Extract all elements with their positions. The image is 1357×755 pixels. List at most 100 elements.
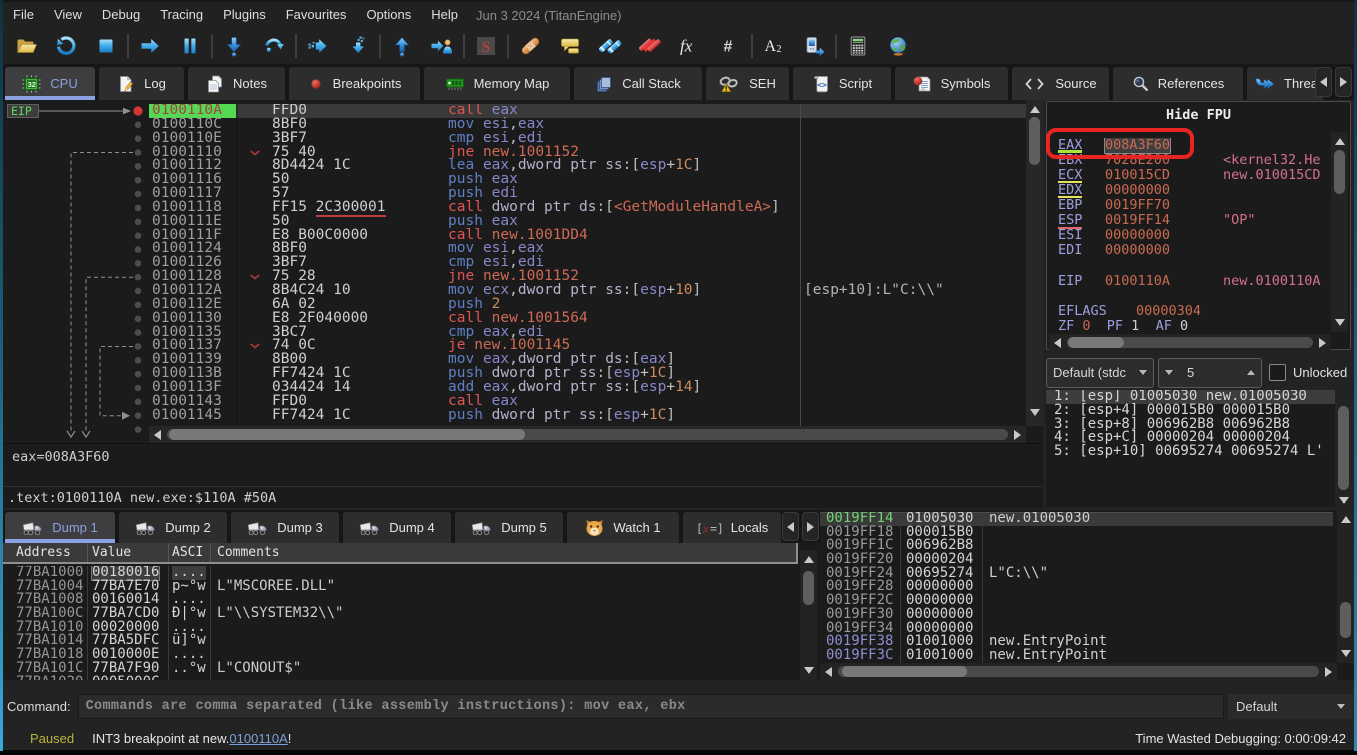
- tab-log[interactable]: Log: [99, 67, 184, 100]
- tab-call-stack[interactable]: Call Stack: [574, 67, 702, 100]
- registers-hscroll-thumb[interactable]: [1068, 337, 1124, 348]
- register-row[interactable]: EIP0100110Anew.0100110A: [1047, 274, 1333, 289]
- bottom-tab-watch-1[interactable]: Watch 1: [567, 512, 679, 543]
- menu-debug[interactable]: Debug: [92, 2, 150, 28]
- menu-tracing[interactable]: Tracing: [150, 2, 213, 28]
- register-row[interactable]: EDX00000000: [1047, 183, 1333, 198]
- stack-row[interactable]: 0019FF1C006962B8: [820, 539, 1333, 553]
- disasm-hscroll-thumb[interactable]: [169, 429, 525, 440]
- register-row[interactable]: EDI00000000: [1047, 243, 1333, 258]
- stack-row[interactable]: 0019FF1401005030new.01005030: [820, 512, 1333, 526]
- dump-row[interactable]: 77BA10200005000C: [3, 676, 798, 681]
- command-input[interactable]: Commands are comma separated (like assem…: [78, 694, 1224, 719]
- bookmarks-button[interactable]: [630, 30, 670, 62]
- stack-row[interactable]: 0019FF2400695274L"C:\\": [820, 567, 1333, 581]
- register-row[interactable]: ECX010015CDnew.010015CD: [1047, 168, 1333, 183]
- arguments-vscroll-thumb[interactable]: [1338, 406, 1349, 490]
- tab-cpu[interactable]: 32CPU: [5, 67, 95, 100]
- command-script-combo[interactable]: Default: [1228, 694, 1353, 719]
- flag-value[interactable]: 0: [1082, 318, 1090, 334]
- source-mode-button[interactable]: S: [466, 30, 506, 62]
- menu-options[interactable]: Options: [356, 2, 421, 28]
- disasm-horizontal-scrollbar[interactable]: [149, 426, 1026, 443]
- stack-row[interactable]: 0019FF2C00000000: [820, 594, 1333, 608]
- tab-memory-map[interactable]: Memory Map: [424, 67, 570, 100]
- scroll-down-button[interactable]: [1337, 646, 1354, 661]
- bottom-tab-dump-5[interactable]: Dump 5: [455, 512, 563, 543]
- bottom-tab-dump-1[interactable]: Dump 1: [5, 512, 115, 543]
- arguments-vertical-scrollbar[interactable]: [1335, 390, 1352, 508]
- disasm-row[interactable]: 01001145FF7424 1Cpush dword ptr ss:[esp+…: [3, 409, 1026, 423]
- stack-row[interactable]: 0019FF2800000000: [820, 580, 1333, 594]
- menu-file[interactable]: File: [3, 2, 44, 28]
- calculator-button[interactable]: [838, 30, 878, 62]
- register-row[interactable]: EBX7028E200<kernel32.He: [1047, 153, 1333, 168]
- register-row[interactable]: EBP0019FF70: [1047, 198, 1333, 213]
- scroll-down-button[interactable]: [1335, 493, 1352, 508]
- step-over-button[interactable]: [254, 30, 294, 62]
- bottom-tab-dump-4[interactable]: Dump 4: [343, 512, 451, 543]
- bottom-tab-dump-3[interactable]: Dump 3: [231, 512, 339, 543]
- tab-scroll-left-button[interactable]: [1315, 67, 1332, 97]
- unlocked-checkbox[interactable]: [1269, 364, 1286, 381]
- close-button[interactable]: [86, 30, 126, 62]
- crc-hash-button[interactable]: #: [710, 30, 750, 62]
- flag-value[interactable]: 0: [1180, 318, 1188, 334]
- tab-seh[interactable]: SEH: [706, 67, 789, 100]
- patches-button[interactable]: [510, 30, 550, 62]
- scroll-left-button[interactable]: [149, 427, 166, 442]
- bottom-tab-scroll-left-button[interactable]: [782, 512, 799, 541]
- register-row[interactable]: ESP0019FF14"OP": [1047, 213, 1333, 228]
- pause-button[interactable]: [170, 30, 210, 62]
- arguments-list[interactable]: 1: [esp] 01005030 new.010050302: [esp+4]…: [1046, 390, 1335, 507]
- step-into-button[interactable]: [214, 30, 254, 62]
- register-row[interactable]: EAX008A3F60: [1047, 138, 1333, 153]
- register-row[interactable]: [1047, 259, 1333, 274]
- tab-notes[interactable]: Notes: [188, 67, 285, 100]
- bottom-tab-dump-2[interactable]: Dump 2: [119, 512, 227, 543]
- restart-button[interactable]: [46, 30, 86, 62]
- scroll-up-button[interactable]: [800, 552, 817, 567]
- stack-row[interactable]: 0019FF2000000204: [820, 553, 1333, 567]
- menu-view[interactable]: View: [44, 2, 92, 28]
- disassembly-view[interactable]: EIP 0100110AFFD0call eax0100110C8BF0mov …: [3, 100, 1043, 443]
- scroll-left-button[interactable]: [820, 664, 837, 679]
- scroll-up-button[interactable]: [1026, 102, 1043, 117]
- disasm-vscroll-thumb[interactable]: [1029, 117, 1040, 165]
- dump-header-value[interactable]: Value: [88, 543, 169, 562]
- stack-vscroll-thumb[interactable]: [1340, 602, 1351, 638]
- dump-vscroll-thumb[interactable]: [803, 571, 814, 605]
- execute-till-return-button[interactable]: [382, 30, 422, 62]
- open-file-button[interactable]: [6, 30, 46, 62]
- tab-source[interactable]: Source: [1012, 67, 1109, 100]
- registers-horizontal-scrollbar[interactable]: [1049, 334, 1331, 351]
- run-to-user-code-button[interactable]: [422, 30, 462, 62]
- register-row[interactable]: [1047, 289, 1333, 304]
- dump-view[interactable]: AddressValueASCIComments 77BA10000018001…: [3, 543, 820, 680]
- tab-scroll-right-button[interactable]: [1335, 67, 1352, 97]
- bottom-tab-locals[interactable]: [x=]Locals: [683, 512, 781, 543]
- scroll-right-button[interactable]: [1314, 335, 1331, 350]
- labels-button[interactable]: [590, 30, 630, 62]
- tab-breakpoints[interactable]: Breakpoints: [289, 67, 420, 100]
- stack-row[interactable]: 0019FF3C01001000new.EntryPoint: [820, 649, 1333, 663]
- scroll-left-button[interactable]: [1049, 335, 1066, 350]
- tab-script[interactable]: <>Script: [793, 67, 891, 100]
- status-breakpoint-address-link[interactable]: 0100110A: [229, 731, 287, 746]
- register-row[interactable]: EFLAGS00000304: [1047, 304, 1333, 319]
- attach-button[interactable]: [794, 30, 834, 62]
- run-button[interactable]: [130, 30, 170, 62]
- registers-vertical-scrollbar[interactable]: [1331, 132, 1348, 332]
- register-row[interactable]: ZF 0 PF 1 AF 0: [1047, 319, 1333, 334]
- bottom-tab-scroll-right-button[interactable]: [802, 512, 819, 541]
- stack-hscroll-thumb[interactable]: [842, 666, 967, 677]
- help-globe-button[interactable]: [878, 30, 918, 62]
- functions-button[interactable]: fx: [670, 30, 710, 62]
- trace-over-button[interactable]: [338, 30, 378, 62]
- stack-vertical-scrollbar[interactable]: [1337, 510, 1354, 663]
- dump-header-comments[interactable]: Comments: [211, 543, 796, 562]
- stack-row[interactable]: 0019FF3000000000: [820, 608, 1333, 622]
- menu-favourites[interactable]: Favourites: [276, 2, 357, 28]
- scroll-down-button[interactable]: [1026, 405, 1043, 420]
- argument-row[interactable]: 5: [esp+10] 00695274 00695274 L': [1046, 445, 1335, 459]
